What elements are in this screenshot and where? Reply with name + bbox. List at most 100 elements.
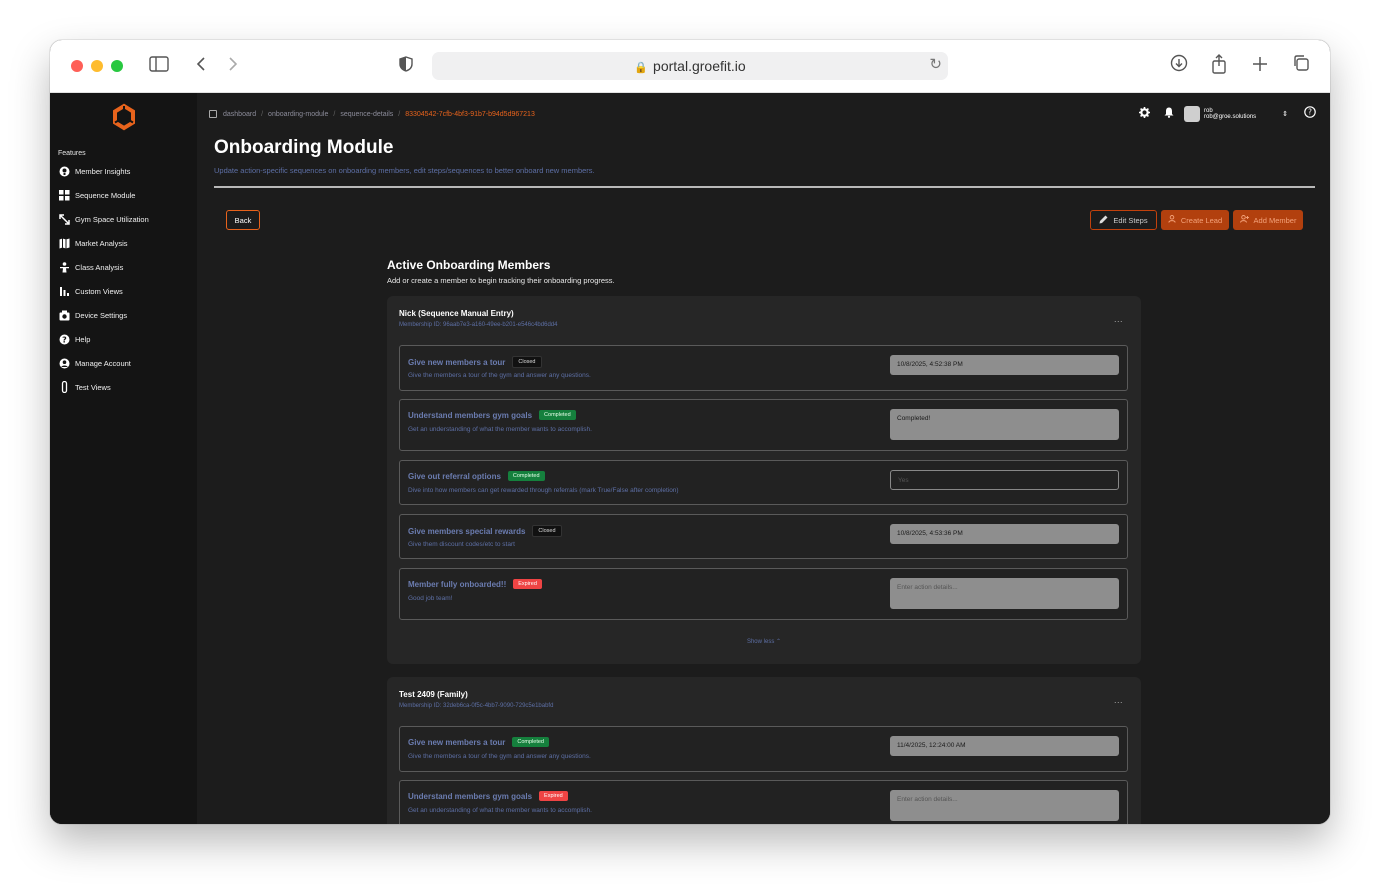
step-title: Understand members gym goals Expired [408,791,568,801]
step-description: Good job team! [408,595,453,602]
browser-toolbar: 🔒 portal.groefit.io ↻ [50,40,1330,93]
add-member-label: Add Member [1253,215,1297,225]
sidebar-item-label: Gym Space Utilization [75,214,149,224]
svg-text:?: ? [62,335,67,344]
download-icon[interactable] [1167,54,1191,78]
status-badge: Completed [539,410,576,420]
tabs-overview-icon[interactable] [1289,54,1313,78]
step-title: Give new members a tour Completed [408,737,549,747]
sidebar-item-market-analysis[interactable]: Market Analysis [59,235,128,251]
status-badge: Completed [507,471,545,481]
edit-steps-button[interactable]: Edit Steps [1090,210,1157,230]
step-detail-field[interactable]: Enter action details... [890,790,1119,821]
breadcrumb-item-onboarding-module[interactable]: onboarding-module [268,111,328,118]
url-text: portal.groefit.io [653,58,746,74]
user-info[interactable]: rob rob@groe.solutions [1204,108,1256,120]
minimize-window-button[interactable] [91,60,103,72]
sidebar-item-sequence-module[interactable]: Sequence Module [59,187,135,203]
step-row: Understand members gym goals Completed Ge… [399,399,1128,451]
referral-select[interactable]: Yes [890,470,1119,490]
new-tab-icon[interactable] [1248,54,1272,78]
user-icon [1168,215,1176,225]
more-options-icon[interactable]: ... [1114,695,1123,705]
step-row: Give members special rewards Closed Give … [399,514,1128,559]
show-less-link[interactable]: Show less ⌃ [387,638,1141,645]
sidebar-item-manage-account[interactable]: Manage Account [59,355,131,371]
breadcrumb: dashboard / onboarding-module / sequence… [209,110,535,118]
back-icon[interactable] [189,54,213,78]
step-title-text: Give out referral options [408,471,501,481]
user-plus-icon [1239,215,1249,225]
member-name: Test 2409 (Family) [399,690,468,699]
avatar[interactable] [1184,106,1200,122]
sidebar-item-help[interactable]: ? Help [59,331,90,347]
step-title-text: Understand members gym goals [408,410,533,420]
address-bar[interactable]: 🔒 portal.groefit.io ↻ [432,52,948,80]
step-title-text: Understand members gym goals [408,791,533,801]
sidebar-collapse-icon[interactable] [209,110,217,118]
sidebar-item-label: Member Insights [75,166,131,176]
pencil-icon [1099,215,1108,226]
breadcrumb-item-sequence-details[interactable]: sequence-details [340,111,393,118]
sidebar-item-label: Manage Account [75,358,131,368]
header-actions: rob rob@groe.solutions ⇕ ? [1139,105,1316,123]
sidebar-item-label: Class Analysis [75,262,124,272]
create-lead-button[interactable]: Create Lead [1161,210,1229,230]
status-badge: Closed [512,356,542,368]
close-window-button[interactable] [71,60,83,72]
step-row: Member fully onboarded!! Expired Good job… [399,568,1128,620]
browser-window: 🔒 portal.groefit.io ↻ Features Member In… [50,40,1330,824]
sidebar-item-label: Device Settings [75,310,128,320]
lightbulb-icon [59,166,70,177]
sidebar-item-test-views[interactable]: Test Views [59,379,111,395]
user-email: rob@groe.solutions [1204,114,1257,120]
reload-icon[interactable]: ↻ [929,55,942,73]
back-button[interactable]: Back [226,210,260,230]
member-card: Nick (Sequence Manual Entry) Membership … [387,296,1141,664]
step-description: Give the members a tour of the gym and a… [408,753,591,760]
sidebar-item-custom-views[interactable]: Custom Views [59,283,123,299]
status-badge: Completed [512,737,549,747]
sidebar-item-label: Custom Views [75,286,123,296]
step-description: Get an understanding of what the member … [408,807,592,814]
header-divider [214,186,1315,188]
membership-id: Membership ID: 32deb6ca-0f5c-4bb7-9090-7… [399,703,554,709]
share-icon[interactable] [1207,54,1231,78]
step-detail-field[interactable]: 10/8/2025, 4:52:38 PM [890,355,1119,375]
step-detail-field[interactable]: Enter action details... [890,578,1119,609]
page-title: Onboarding Module [214,137,394,158]
chevron-up-icon: ⌃ [776,639,782,645]
step-title-text: Give new members a tour [408,357,506,367]
groefit-logo [110,103,138,131]
page-subtitle: Update action-specific sequences on onbo… [214,166,595,175]
step-detail-field[interactable]: 11/4/2025, 12:24:00 AM [890,736,1119,756]
gear-icon[interactable] [1139,105,1150,123]
chevron-up-down-icon[interactable]: ⇕ [1282,110,1288,118]
sidebar-item-device-settings[interactable]: Device Settings [59,307,127,323]
more-options-icon[interactable]: ... [1114,314,1123,324]
step-title: Give members special rewards Closed [408,525,562,537]
zoom-window-button[interactable] [111,60,123,72]
step-title: Member fully onboarded!! Expired [408,579,542,589]
app-root: Features Member Insights Sequence Module… [50,93,1330,824]
shield-icon[interactable] [394,54,418,78]
step-title-text: Member fully onboarded!! [408,579,507,589]
sidebar-item-gym-space-utilization[interactable]: Gym Space Utilization [59,211,149,227]
sidebar-item-class-analysis[interactable]: Class Analysis [59,259,123,275]
step-detail-field[interactable]: Completed! [890,409,1119,440]
create-lead-label: Create Lead [1180,215,1223,225]
forward-icon[interactable] [221,54,245,78]
help-circle-icon[interactable]: ? [1304,105,1316,123]
sidebar-item-label: Market Analysis [75,238,128,248]
test-tube-icon [59,381,70,393]
step-description: Give them discount codes/etc to start [408,541,515,548]
breadcrumb-item-dashboard[interactable]: dashboard [223,111,256,118]
step-title: Understand members gym goals Completed [408,410,576,420]
step-title: Give new members a tour Closed [408,356,542,368]
features-label: Features [58,150,86,157]
bell-icon[interactable] [1164,105,1174,123]
sidebar-toggle-icon[interactable] [147,54,171,78]
sidebar-item-member-insights[interactable]: Member Insights [59,163,130,179]
step-detail-field[interactable]: 10/8/2025, 4:53:36 PM [890,524,1119,544]
add-member-button[interactable]: Add Member [1233,210,1303,230]
